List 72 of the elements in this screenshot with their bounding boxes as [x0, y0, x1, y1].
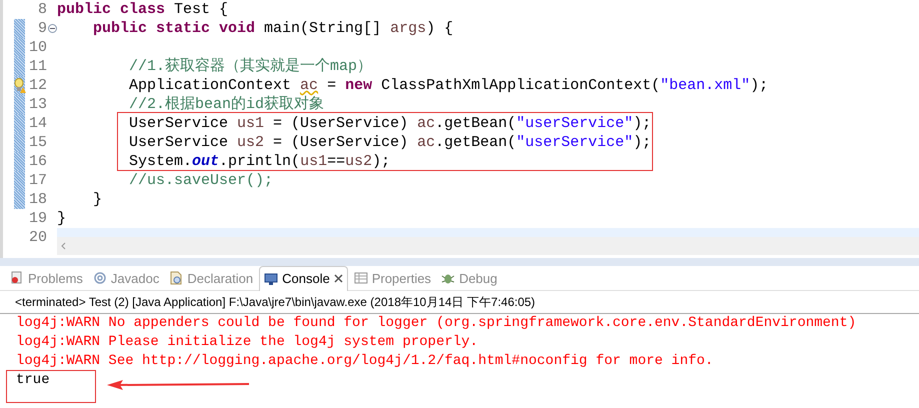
line-number: 19: [28, 210, 47, 227]
code-text: UserService: [128, 115, 230, 132]
code-text: .getBean(: [435, 115, 516, 132]
code-text: System.: [128, 153, 192, 170]
line-number: 20: [28, 229, 47, 246]
view-tab[interactable]: Console: [259, 266, 348, 290]
code-variable: us2: [345, 153, 372, 170]
code-text: Test {: [174, 1, 228, 18]
code-text: );: [750, 77, 768, 94]
code-text: );: [372, 153, 390, 170]
console-status: <terminated> Test (2) [Java Application] F:\Java\jre7\bin\javaw.exe (2018年10月14日 下午7:46:05): [0, 291, 919, 314]
document-icon: [169, 271, 184, 285]
line-number: 12: [28, 77, 47, 94]
at-sign-icon: [92, 271, 107, 285]
console-line: log4j:WARN Please initialize the log4j system properly.: [16, 334, 478, 350]
code-text: );: [633, 134, 652, 151]
code-variable: us1: [237, 115, 264, 132]
code-variable: ac: [300, 77, 318, 94]
scroll-left-icon[interactable]: [61, 242, 66, 250]
code-field: out: [192, 153, 220, 170]
line-number: 18: [28, 191, 47, 208]
view-tab[interactable]: Debug: [437, 266, 502, 290]
code-text: = (UserService): [272, 134, 410, 151]
line-number: 10: [28, 39, 47, 56]
code-text: .println(: [219, 153, 300, 170]
problems-icon: [10, 271, 24, 285]
line-number: 13: [28, 96, 47, 113]
line-number: 15: [28, 134, 47, 151]
code-text: main(String[]: [264, 20, 382, 37]
console-line: true: [16, 372, 50, 388]
code-text: ==: [327, 153, 346, 170]
line-number: 14: [28, 115, 47, 132]
line-number: 9: [36, 20, 47, 37]
code-variable: ac: [417, 134, 436, 151]
view-tab[interactable]: Problems: [6, 266, 87, 290]
code-keyword: public class: [57, 1, 166, 18]
code-string: "userService": [516, 115, 634, 132]
code-text: = (UserService): [272, 115, 410, 132]
code-comment: //1.获取容器（其实就是一个map）: [128, 58, 372, 75]
monitor-icon: [264, 272, 278, 286]
console-line: log4j:WARN No appenders could be found for logger (org.springframework.core.env.StandardEnvironment): [16, 315, 856, 331]
code-text: =: [326, 77, 338, 94]
code-variable: us2: [237, 134, 264, 151]
code-text: .getBean(: [435, 134, 516, 151]
collapse-icon[interactable]: [48, 24, 57, 33]
line-number: 8: [36, 1, 47, 18]
code-text: ApplicationContext: [128, 77, 292, 94]
code-keyword: public static void: [92, 20, 256, 37]
view-tab[interactable]: Declaration: [165, 266, 258, 290]
code-text: ) {: [426, 20, 454, 37]
code-text: }: [92, 191, 102, 208]
code-keyword: new: [345, 77, 374, 94]
view-tab[interactable]: Javadoc: [88, 266, 164, 290]
code-comment: //2.根据bean的id获取对象: [128, 96, 324, 113]
code-comment: //us.saveUser();: [128, 172, 274, 189]
line-number: 16: [28, 153, 47, 170]
line-number: 11: [28, 58, 47, 75]
line-number: 17: [28, 172, 47, 189]
code-text: }: [57, 210, 66, 227]
code-text: );: [633, 115, 652, 132]
console-line: log4j:WARN See http://logging.apache.org/log4j/1.2/faq.html#noconfig for more info.: [16, 353, 714, 369]
table-icon: [354, 271, 368, 285]
horizontal-scrollbar[interactable]: [57, 237, 919, 255]
close-icon[interactable]: [334, 274, 343, 283]
code-text: UserService: [128, 134, 230, 151]
view-tab[interactable]: Properties: [350, 266, 436, 290]
code-string: "userService": [516, 134, 634, 151]
code-string: "bean.xml": [660, 77, 750, 94]
code-text: ClassPathXmlApplicationContext(: [381, 77, 660, 94]
code-variable: args: [390, 20, 426, 37]
code-variable: ac: [417, 115, 436, 132]
code-variable: us1: [300, 153, 328, 170]
